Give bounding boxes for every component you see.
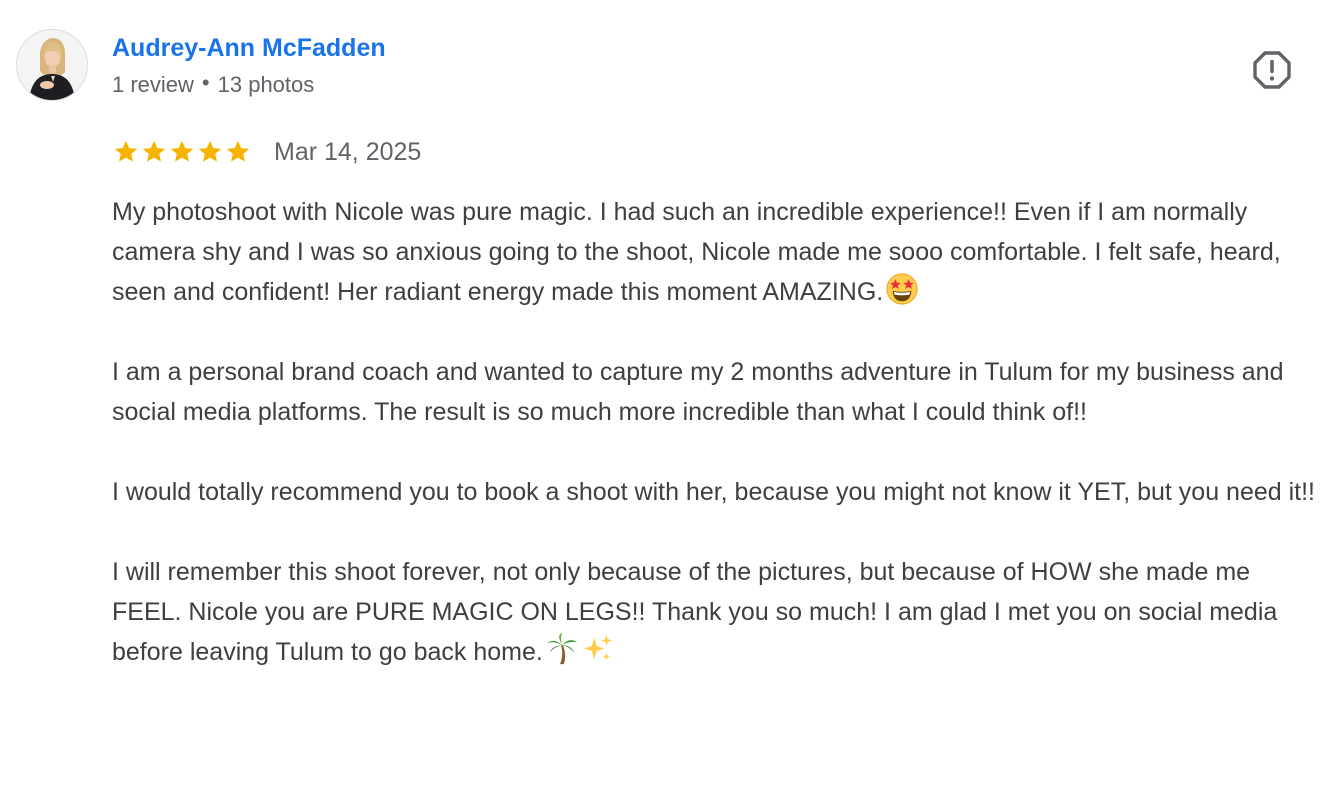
review-paragraph-4-text: I will remember this shoot forever, not … — [112, 558, 1278, 666]
palm-tree-emoji — [546, 632, 577, 665]
review-paragraph-2: I am a personal brand coach and wanted t… — [112, 358, 1284, 426]
star-icon — [114, 140, 138, 162]
star-rating — [112, 138, 252, 166]
rating-row: Mar 14, 2025 — [112, 134, 421, 170]
report-review-button[interactable] — [1246, 44, 1298, 96]
star-icon — [226, 140, 250, 162]
review-card: Audrey-Ann McFadden 1 review • 13 photos M… — [0, 0, 1340, 810]
review-date: Mar 14, 2025 — [274, 137, 422, 166]
review-paragraph-3: I would totally recommend you to book a … — [112, 478, 1316, 506]
review-paragraph-4: I will remember this shoot forever, not … — [112, 552, 1322, 672]
star-icon — [142, 140, 166, 162]
review-text: My photoshoot with Nicole was pure magic… — [112, 192, 1322, 672]
review-paragraph-1: My photoshoot with Nicole was pure magic… — [112, 192, 1322, 312]
photo-count: 13 photos — [217, 72, 315, 97]
review-paragraph-1-text: My photoshoot with Nicole was pure magic… — [112, 198, 1281, 306]
star-struck-emoji — [886, 273, 918, 305]
reviewer-name-link[interactable]: Audrey-Ann McFadden — [112, 34, 386, 63]
sparkles-emoji — [583, 634, 612, 661]
report-flag-icon — [1253, 51, 1291, 89]
star-icon — [198, 140, 222, 162]
star-icon — [170, 140, 194, 162]
profile-photo — [17, 30, 87, 100]
review-count: 1 review — [112, 72, 194, 97]
reviewer-meta: 1 review • 13 photos — [112, 70, 315, 98]
avatar[interactable] — [16, 29, 88, 101]
meta-separator: • — [201, 70, 210, 95]
